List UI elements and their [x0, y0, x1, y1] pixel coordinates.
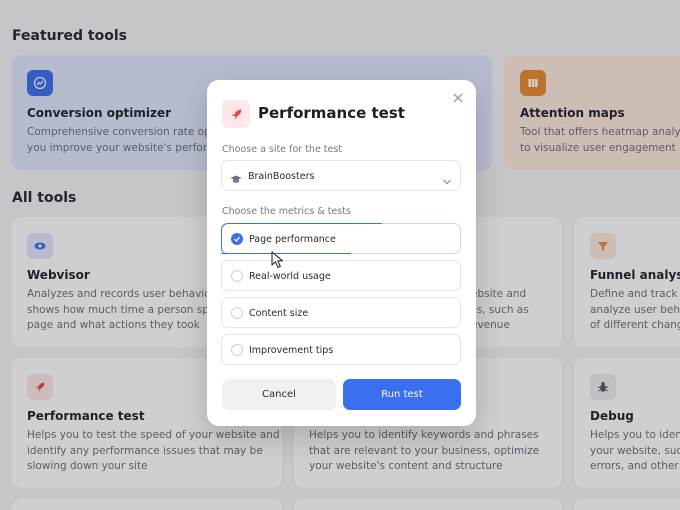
cancel-button[interactable]: Cancel — [222, 379, 336, 410]
metrics-field-label: Choose the metrics & tests — [222, 206, 351, 217]
site-select-value: BrainBoosters — [248, 171, 315, 182]
radio-icon — [231, 344, 243, 356]
site-field-label: Choose a site for the test — [222, 144, 343, 155]
option-real-world-usage[interactable]: Real-world usage — [221, 260, 461, 291]
option-label: Real-world usage — [249, 271, 331, 282]
modal-title: Performance test — [258, 104, 405, 122]
option-page-performance[interactable]: Page performance — [221, 223, 461, 255]
option-label: Improvement tips — [249, 345, 334, 356]
mouse-cursor-icon — [271, 251, 287, 273]
radio-icon — [231, 307, 243, 319]
radio-icon — [231, 270, 243, 282]
run-test-button[interactable]: Run test — [343, 379, 461, 410]
performance-test-modal: Performance test Choose a site for the t… — [207, 80, 476, 426]
option-content-size[interactable]: Content size — [221, 297, 461, 328]
rocket-icon — [222, 100, 250, 128]
option-label: Content size — [249, 308, 309, 319]
close-icon — [453, 93, 463, 103]
option-improvement-tips[interactable]: Improvement tips — [221, 334, 461, 365]
graduation-cap-icon — [230, 170, 242, 189]
chevron-down-icon — [442, 171, 452, 190]
site-select[interactable]: BrainBoosters — [221, 160, 461, 191]
close-button[interactable] — [450, 90, 466, 106]
option-label: Page performance — [249, 234, 336, 245]
checked-radio-icon — [231, 233, 243, 245]
